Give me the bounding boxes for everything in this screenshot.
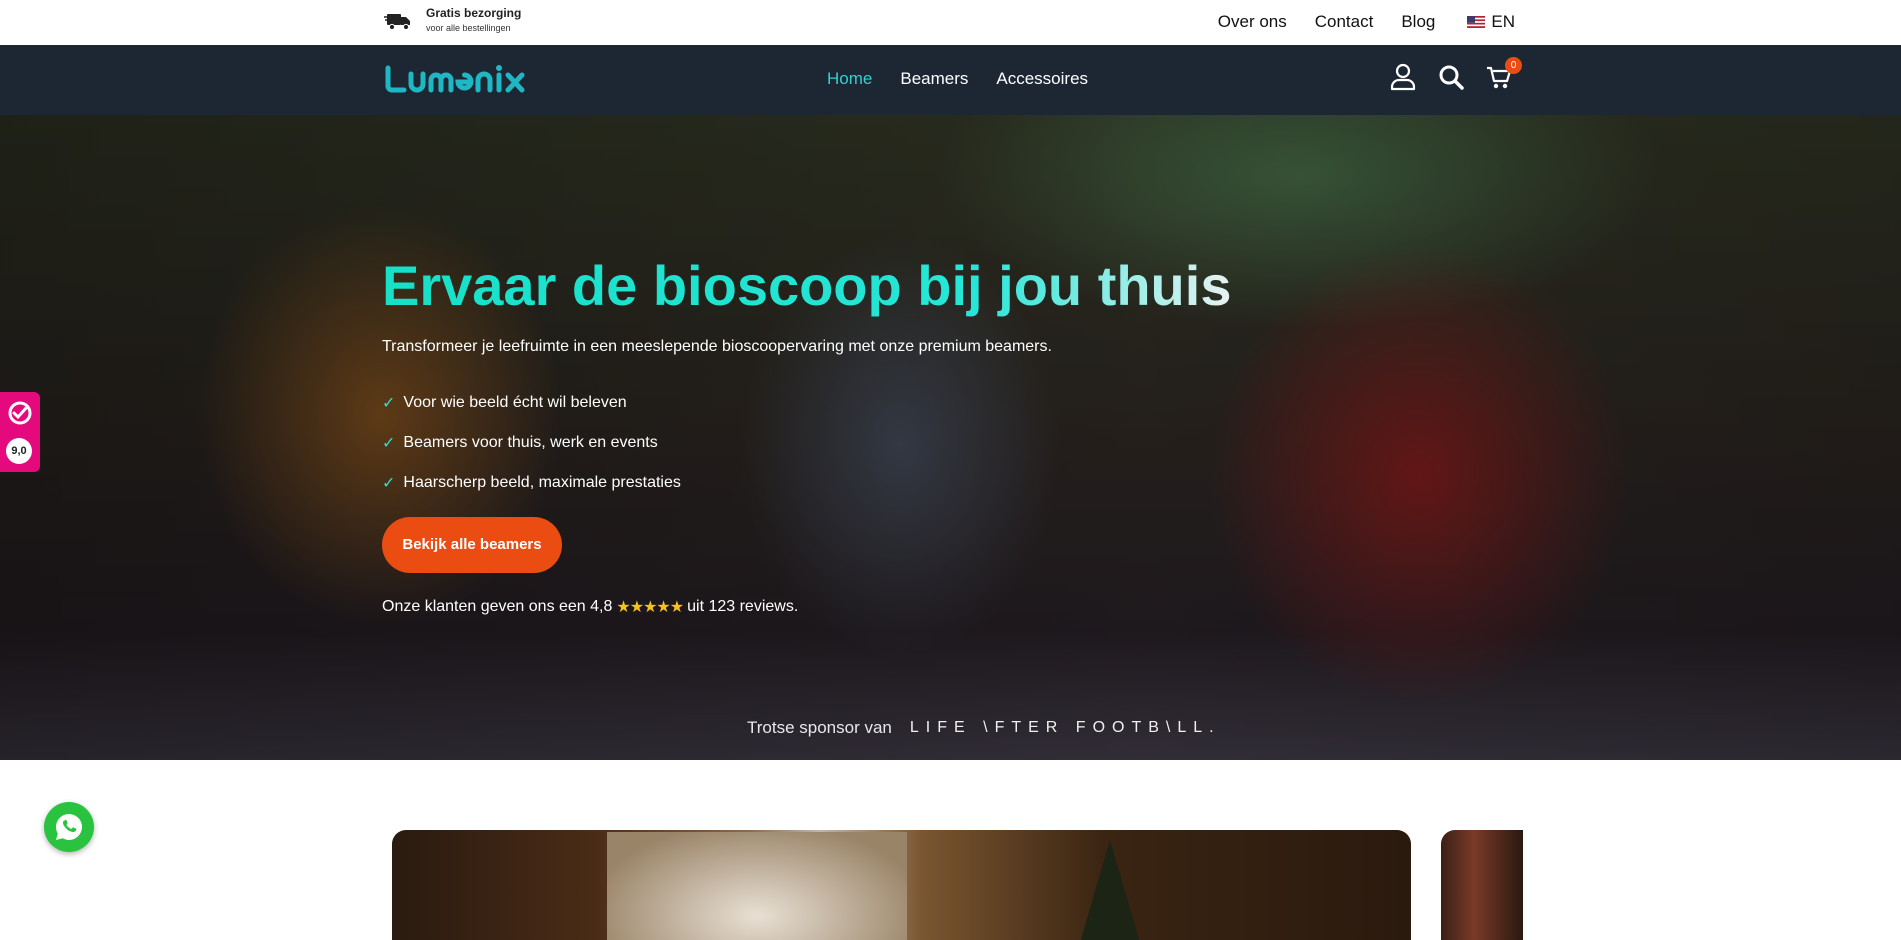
check-icon: ✓	[382, 475, 396, 492]
bullet-item: ✓ Beamers voor thuis, werk en events	[382, 423, 681, 463]
hero-overlay	[0, 115, 1901, 760]
view-all-beamers-button[interactable]: Bekijk alle beamers	[382, 517, 562, 573]
menu-home[interactable]: Home	[827, 69, 872, 89]
check-icon: ✓	[382, 435, 396, 452]
projection-screen-image	[607, 832, 907, 940]
menu-beamers[interactable]: Beamers	[900, 69, 968, 89]
shipping-title: Gratis bezorging	[426, 5, 522, 20]
reviews-prefix: Onze klanten geven ons een 4,8	[382, 598, 613, 615]
user-icon	[1390, 63, 1416, 91]
main-navigation: Home Beamers Accessoires 0	[0, 45, 1901, 115]
whatsapp-button[interactable]	[44, 802, 94, 852]
reviews-suffix: uit 123 reviews.	[687, 598, 799, 615]
rating-widget[interactable]: 9,0	[0, 392, 40, 472]
sponsor-brand-logo[interactable]: LIFE \FTER FOOTB\LL.	[910, 719, 1221, 737]
us-flag-icon	[1467, 16, 1486, 28]
link-about[interactable]: Over ons	[1218, 12, 1287, 32]
search-button[interactable]	[1438, 63, 1464, 91]
sponsor-label: Trotse sponsor van	[747, 718, 892, 737]
bullet-item: ✓ Haarscherp beeld, maximale prestaties	[382, 463, 681, 503]
language-label: EN	[1491, 12, 1515, 31]
language-switcher[interactable]: EN	[1467, 12, 1515, 32]
rating-score: 9,0	[6, 438, 32, 464]
keurmerk-check-icon	[8, 401, 32, 425]
whatsapp-icon	[56, 814, 83, 840]
sponsor-line: Trotse sponsor van LIFE \FTER FOOTB\LL.	[747, 718, 1221, 738]
search-icon	[1439, 65, 1464, 90]
nav-icons: 0	[1390, 57, 1534, 91]
bullet-text: Beamers voor thuis, werk en events	[403, 434, 658, 451]
link-blog[interactable]: Blog	[1401, 12, 1435, 32]
check-icon: ✓	[382, 395, 396, 412]
link-contact[interactable]: Contact	[1315, 12, 1374, 32]
bullet-text: Voor wie beeld écht wil beleven	[403, 394, 627, 411]
cart-count-badge: 0	[1505, 57, 1522, 74]
top-links: Over ons Contact Blog EN	[1190, 12, 1515, 32]
free-shipping-notice: Gratis bezorging voor alle bestellingen	[384, 5, 521, 35]
bullet-text: Haarscherp beeld, maximale prestaties	[403, 474, 681, 491]
cart-button[interactable]: 0	[1486, 57, 1522, 91]
hero-bullet-list: ✓ Voor wie beeld écht wil beleven ✓ Beam…	[382, 383, 681, 503]
review-summary: Onze klanten geven ons een 4,8 ★★★★★ uit…	[382, 597, 798, 617]
account-button[interactable]	[1390, 63, 1416, 91]
site-logo[interactable]	[385, 62, 543, 104]
bullet-item: ✓ Voor wie beeld écht wil beleven	[382, 383, 681, 423]
lumenix-logo	[385, 65, 525, 93]
next-slide[interactable]	[1441, 830, 1523, 940]
main-menu: Home Beamers Accessoires	[827, 69, 1116, 89]
featured-slide[interactable]	[392, 830, 1411, 940]
menu-accessories[interactable]: Accessoires	[996, 69, 1088, 89]
star-rating-icon: ★★★★★	[616, 599, 684, 616]
top-bar: Gratis bezorging voor alle bestellingen …	[0, 0, 1901, 45]
hero-subline: Transformeer je leefruimte in een meesle…	[382, 338, 1052, 355]
truck-icon	[384, 14, 410, 31]
shipping-subtitle: voor alle bestellingen	[426, 22, 511, 33]
christmas-tree-image	[1072, 840, 1148, 940]
hero-headline: Ervaar de bioscoop bij jou thuis	[382, 251, 1231, 321]
hero-banner: Ervaar de bioscoop bij jou thuis Transfo…	[0, 115, 1901, 760]
